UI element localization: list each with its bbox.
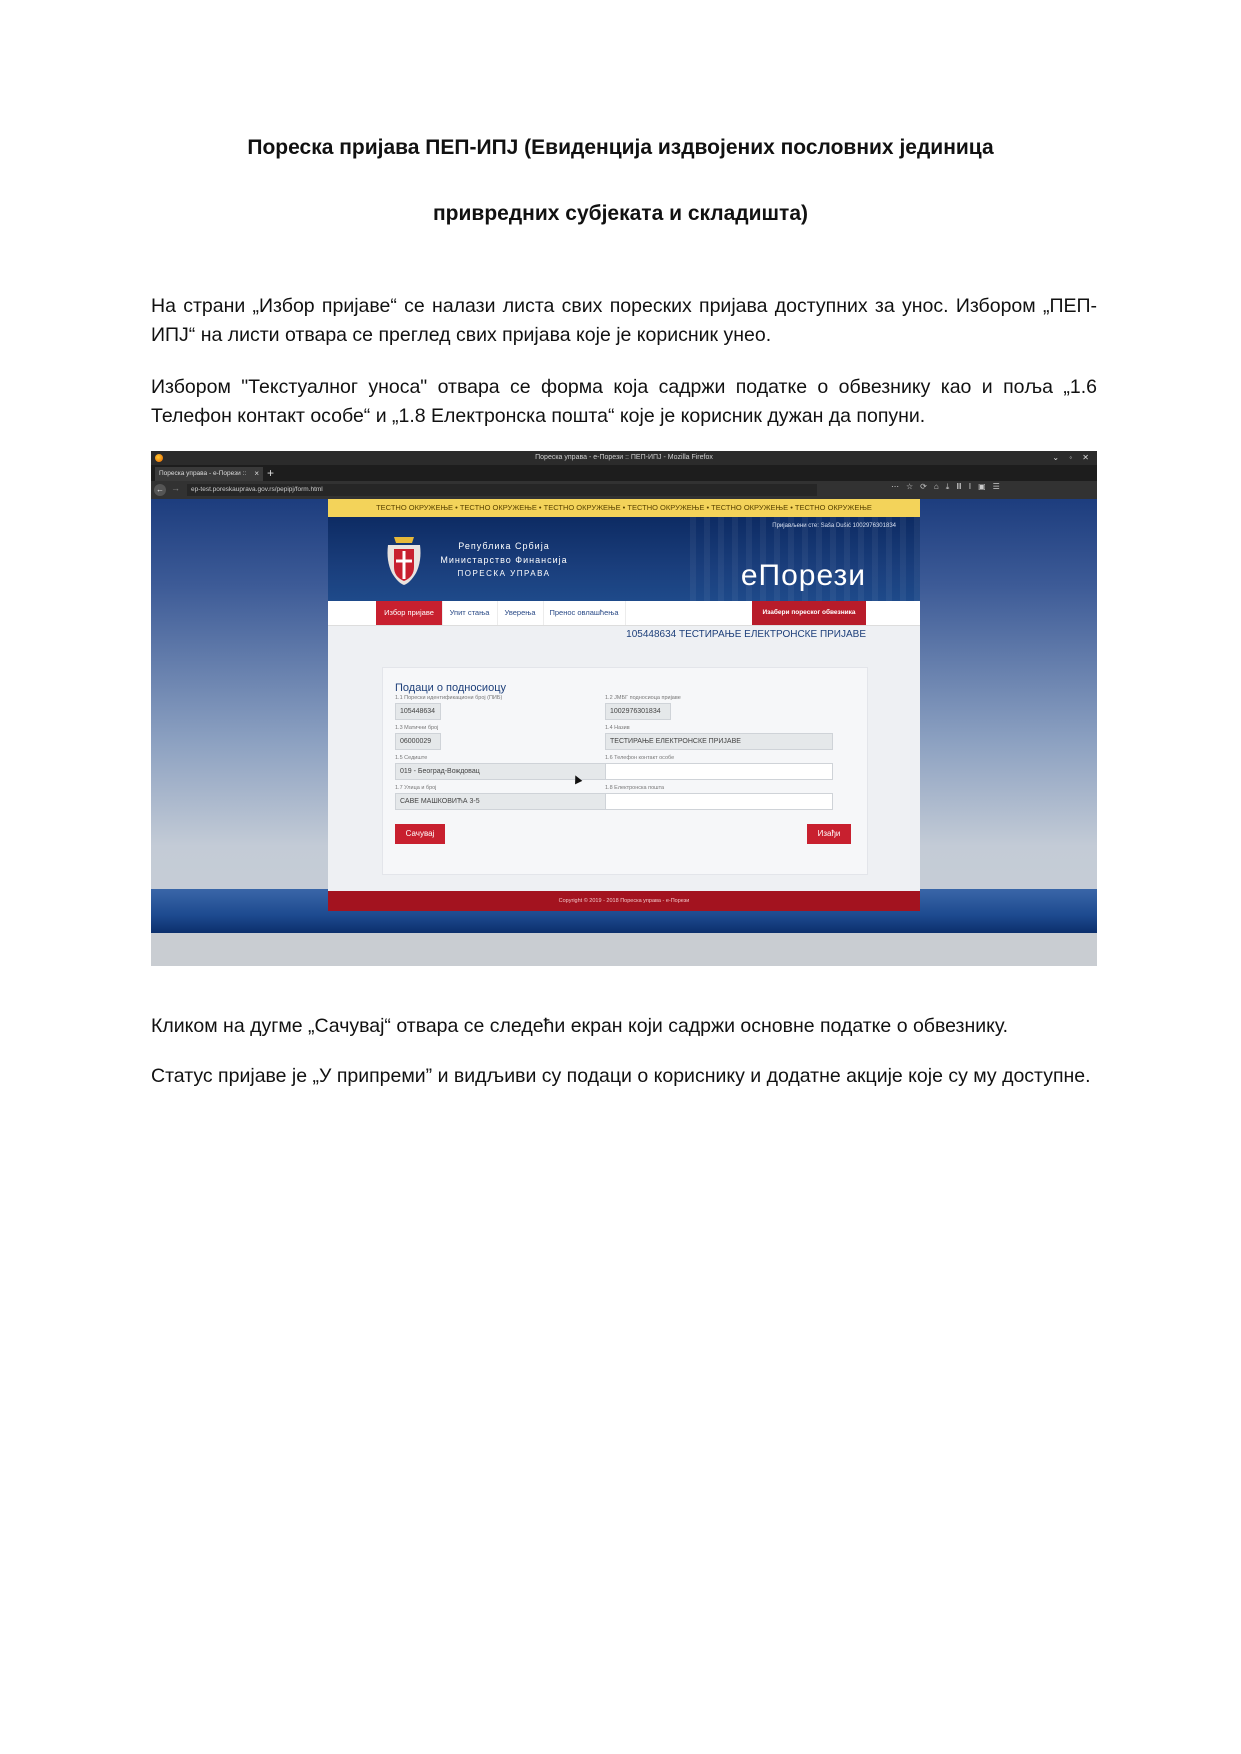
paragraph-1: На страни „Избор пријаве“ се налази лист… — [151, 295, 1097, 346]
field-1-4-label: 1.4 Назив — [605, 725, 630, 731]
org-line-1: Република Србија — [458, 541, 550, 551]
email-input[interactable] — [605, 793, 833, 810]
eporezi-logo: еПорези — [740, 559, 866, 592]
field-1-5-label: 1.5 Седиште — [395, 755, 428, 761]
submitter-panel: Подаци о подносиоцу 1.1 Порески идентифи… — [382, 667, 868, 875]
browser-navbar: ← → ep-test.poreskaupravа.gov.rs/pepipj/… — [151, 481, 1097, 499]
save-button[interactable]: Сачувај — [395, 824, 445, 844]
field-1-5: 1.5 Седиште 019 - Београд-Вождовац — [395, 754, 623, 780]
field-1-3: 1.3 Матични број 06000029 — [395, 724, 623, 750]
window-controls[interactable]: ⌄ ◦ ✕ — [1052, 451, 1093, 465]
browser-titlebar: Пореска управа - е-Порези :: ПЕП-ИПЈ - M… — [151, 451, 1097, 465]
pib-field: 105448634 — [395, 703, 441, 720]
field-1-1-label: 1.1 Порески идентификациони број (ПИБ) — [395, 695, 503, 701]
browser-tab[interactable]: Пореска управа - е-Порези :: × — [155, 467, 263, 481]
seat-field: 019 - Београд-Вождовац — [395, 763, 623, 780]
exit-button[interactable]: Изађи — [807, 824, 851, 844]
embedded-screenshot: Пореска управа - е-Порези :: ПЕП-ИПЈ - M… — [151, 451, 1097, 966]
window-title: Пореска управа - е-Порези :: ПЕП-ИПЈ - M… — [535, 454, 713, 461]
test-environment-banner: ТЕСТНО ОКРУЖЕЊЕ • ТЕСТНО ОКРУЖЕЊЕ • ТЕСТ… — [328, 499, 920, 517]
field-1-4: 1.4 Назив ТЕСТИРАЊЕ ЕЛЕКТРОНСКЕ ПРИЈАВЕ — [605, 724, 833, 750]
name-field: ТЕСТИРАЊЕ ЕЛЕКТРОНСКЕ ПРИЈАВЕ — [605, 733, 833, 750]
nav-item-izbor-prijave[interactable]: Избор пријаве — [376, 601, 443, 625]
browser-viewport: ТЕСТНО ОКРУЖЕЊЕ • ТЕСТНО ОКРУЖЕЊЕ • ТЕСТ… — [151, 499, 1097, 933]
registration-number-field: 06000029 — [395, 733, 441, 750]
field-1-1: 1.1 Порески идентификациони број (ПИБ) 1… — [395, 694, 623, 720]
logged-in-user: Пријављени сте: Saša Dušić 1002976301834 — [772, 523, 896, 529]
nav-item-prenos-ovlascenja[interactable]: Пренос овлашћења — [543, 601, 626, 625]
org-line-3: ПОРЕСКА УПРАВА — [457, 569, 551, 578]
screenshot-bottom-strip — [151, 933, 1097, 966]
browser-tab-label: Пореска управа - е-Порези :: — [159, 470, 247, 477]
field-1-2-label: 1.2 ЈМБГ подносиоца пријаве — [605, 695, 681, 701]
paragraph-2: Избором "Текстуалног уноса" отвара се фо… — [151, 376, 1097, 427]
jmbg-field: 1002976301834 — [605, 703, 671, 720]
field-1-6-label: 1.6 Телефон контакт особе — [605, 755, 675, 761]
site-header: Република Србија Министарство Финансија … — [328, 517, 920, 601]
panel-title: Подаци о подносиоцу — [395, 682, 506, 694]
site-nav: Избор пријаве Упит стања Уверења Пренос … — [328, 601, 920, 626]
taxpayer-subject: 105448634 ТЕСТИРАЊЕ ЕЛЕКТРОНСКЕ ПРИЈАВЕ — [626, 629, 866, 640]
pick-taxpayer-button[interactable]: Изабери пореског обвезника — [752, 601, 866, 625]
field-1-8: 1.8 Електронска пошта — [605, 784, 833, 810]
coat-of-arms-icon — [387, 537, 421, 585]
field-1-7: 1.7 Улица и број САВЕ МАШКОВИЋА 3-5 — [395, 784, 623, 810]
back-icon[interactable]: ← — [154, 484, 166, 496]
organization-name: Република Србија Министарство Финансија … — [434, 539, 574, 581]
document-title-line2: привредних субјеката и складишта) — [432, 202, 809, 225]
close-icon[interactable]: × — [254, 467, 259, 481]
site-footer: Copyright © 2019 - 2018 Пореска управа -… — [328, 891, 920, 911]
document-title-line1: Пореска пријава ПЕП-ИПЈ (Евиденција издв… — [247, 136, 994, 159]
url-bar[interactable]: ep-test.poreskaupravа.gov.rs/pepipj/form… — [187, 484, 817, 496]
nav-item-upit-stanja[interactable]: Упит стања — [442, 601, 498, 625]
field-1-3-label: 1.3 Матични број — [395, 725, 439, 731]
field-1-2: 1.2 ЈМБГ подносиоца пријаве 100297630183… — [605, 694, 833, 720]
eporezi-site: ТЕСТНО ОКРУЖЕЊЕ • ТЕСТНО ОКРУЖЕЊЕ • ТЕСТ… — [328, 499, 920, 911]
field-1-7-label: 1.7 Улица и број — [395, 785, 437, 791]
new-tab-icon[interactable]: + — [267, 465, 274, 481]
org-line-2: Министарство Финансија — [440, 555, 568, 565]
paragraph-4: Статус пријаве је „У припреми” и видљиви… — [151, 1065, 1091, 1087]
paragraph-3: Кликом на дугме „Сачувај“ отвара се след… — [151, 1015, 1009, 1037]
contact-phone-input[interactable] — [605, 763, 833, 780]
field-1-8-label: 1.8 Електронска пошта — [605, 785, 665, 791]
street-field: САВЕ МАШКОВИЋА 3-5 — [395, 793, 623, 810]
nav-item-uverenja[interactable]: Уверења — [497, 601, 544, 625]
field-1-6: 1.6 Телефон контакт особе — [605, 754, 833, 780]
forward-icon[interactable]: → — [171, 483, 180, 493]
browser-tabbar: Пореска управа - е-Порези :: × + — [151, 465, 1097, 481]
toolbar-icons[interactable]: ⋯☆⟳⌂⤓ⅢⅠ▣☰ — [891, 482, 1007, 492]
